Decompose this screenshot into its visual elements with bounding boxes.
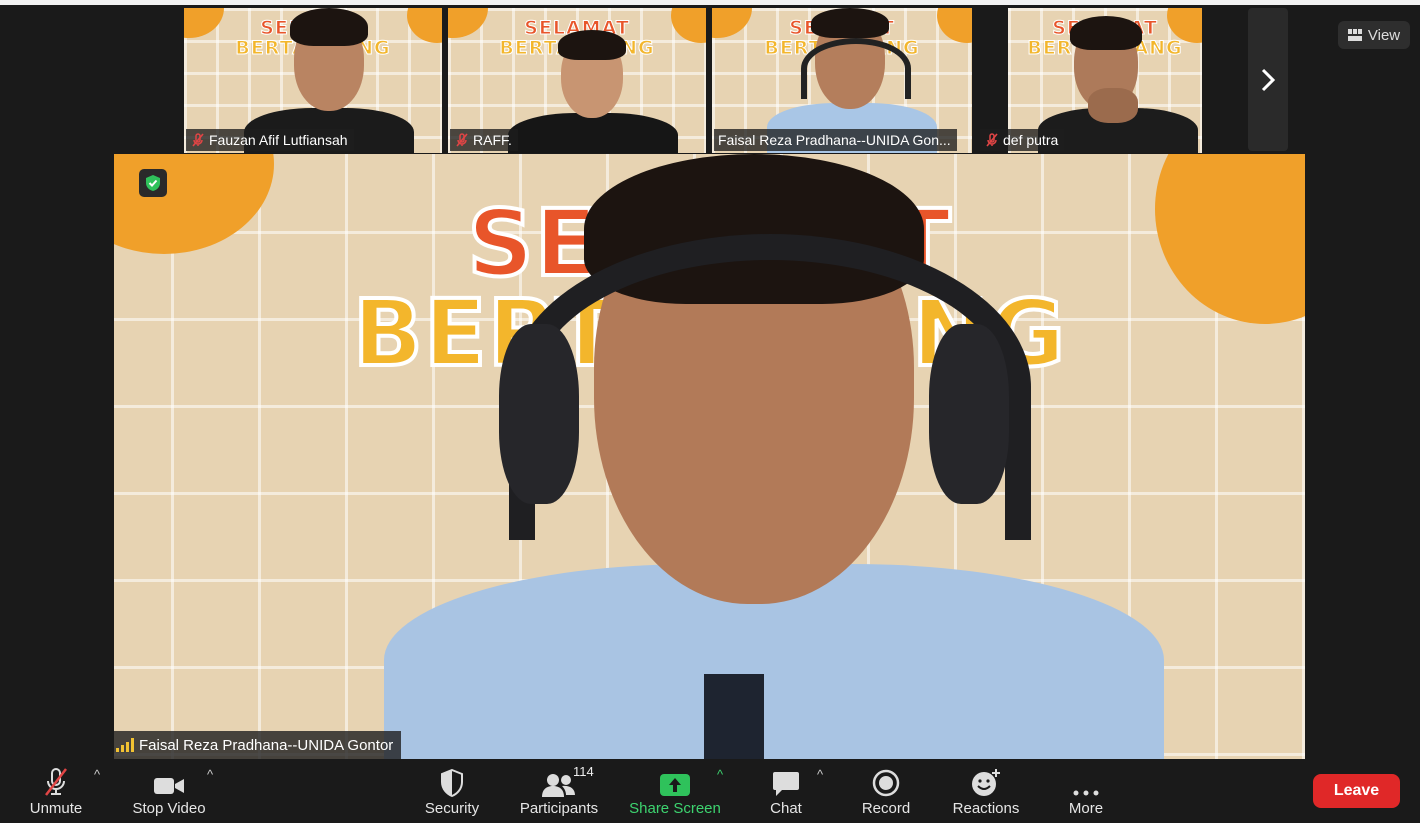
chevron-right-icon <box>1261 68 1276 91</box>
speaker-name-tag: Faisal Reza Pradhana--UNIDA Gontor <box>114 731 402 759</box>
muted-mic-icon <box>456 133 468 147</box>
participant-tile-4[interactable]: SELAMAT BERTANDANG def putra <box>978 8 1202 153</box>
signal-bars-icon <box>116 738 134 752</box>
record-icon <box>872 769 900 797</box>
more-dots-icon <box>1073 790 1099 796</box>
participant-name: def putra <box>1003 132 1059 148</box>
chat-options-caret[interactable]: ^ <box>817 767 823 782</box>
view-button-label: View <box>1367 26 1401 44</box>
record-label: Record <box>861 800 911 817</box>
video-stage: SELAMAT BERTANDANG Fauzan Afif Lutfiansa… <box>0 5 1420 759</box>
more-button[interactable]: More <box>1062 759 1110 823</box>
audio-options-caret[interactable]: ^ <box>94 767 100 782</box>
video-options-caret[interactable]: ^ <box>207 767 213 782</box>
main-speaker-video[interactable]: SELAMAT BERTANDANG Faisal Reza Pradhana-… <box>114 154 1305 759</box>
view-button[interactable]: View <box>1338 21 1410 49</box>
share-screen-button[interactable]: Share Screen <box>626 759 724 823</box>
more-label: More <box>1068 800 1104 817</box>
participant-name-tag: Fauzan Afif Lutfiansah <box>186 129 354 151</box>
security-button[interactable]: Security <box>420 759 484 823</box>
share-screen-icon <box>660 774 690 796</box>
participant-tile-3-active-speaker[interactable]: SELAMAT BERTANDANG Faisal Reza Pradhana-… <box>712 8 972 153</box>
speaker-figure <box>364 154 1164 759</box>
leave-button[interactable]: Leave <box>1313 774 1400 808</box>
participant-name-tag: def putra <box>980 129 1065 151</box>
participants-icon <box>542 774 575 797</box>
participant-name: Fauzan Afif Lutfiansah <box>209 132 348 148</box>
participant-name: Faisal Reza Pradhana--UNIDA Gon... <box>718 132 951 148</box>
muted-mic-icon <box>192 133 204 147</box>
chat-bubble-icon <box>773 772 799 796</box>
security-label: Security <box>424 800 480 817</box>
share-screen-label: Share Screen <box>629 800 721 817</box>
next-page-button[interactable] <box>1248 8 1288 151</box>
participant-tile-2[interactable]: SELAMAT BERTANDANG RAFF. <box>448 8 706 153</box>
share-options-caret[interactable]: ^ <box>717 767 723 782</box>
unmute-button[interactable]: Unmute <box>22 759 90 823</box>
stop-video-button[interactable]: Stop Video <box>128 759 210 823</box>
participant-name-tag: RAFF. <box>450 129 518 151</box>
muted-mic-icon <box>45 768 67 796</box>
reactions-button[interactable]: Reactions <box>948 759 1024 823</box>
participant-name: RAFF. <box>473 132 512 148</box>
reactions-label: Reactions <box>952 800 1020 817</box>
encryption-shield-button[interactable] <box>139 169 167 197</box>
video-camera-icon <box>154 778 184 794</box>
shield-check-icon <box>146 175 160 191</box>
muted-mic-icon <box>986 133 998 147</box>
speaker-name: Faisal Reza Pradhana--UNIDA Gontor <box>139 736 394 754</box>
participants-label: Participants <box>519 800 599 817</box>
chat-label: Chat <box>770 800 802 817</box>
record-button[interactable]: Record <box>856 759 916 823</box>
participant-tile-1[interactable]: SELAMAT BERTANDANG Fauzan Afif Lutfiansa… <box>184 8 442 153</box>
participants-count: 114 <box>573 764 594 779</box>
participant-video <box>508 8 678 153</box>
meeting-toolbar: Unmute ^ Stop Video ^ Security Participa… <box>0 759 1420 823</box>
unmute-label: Unmute <box>29 800 83 817</box>
chat-button[interactable]: Chat <box>760 759 812 823</box>
grid-icon <box>1347 29 1362 41</box>
stop-video-label: Stop Video <box>132 800 206 817</box>
shield-icon <box>441 769 463 797</box>
emoji-add-icon <box>972 769 1000 796</box>
participant-name-tag: Faisal Reza Pradhana--UNIDA Gon... <box>714 129 957 151</box>
